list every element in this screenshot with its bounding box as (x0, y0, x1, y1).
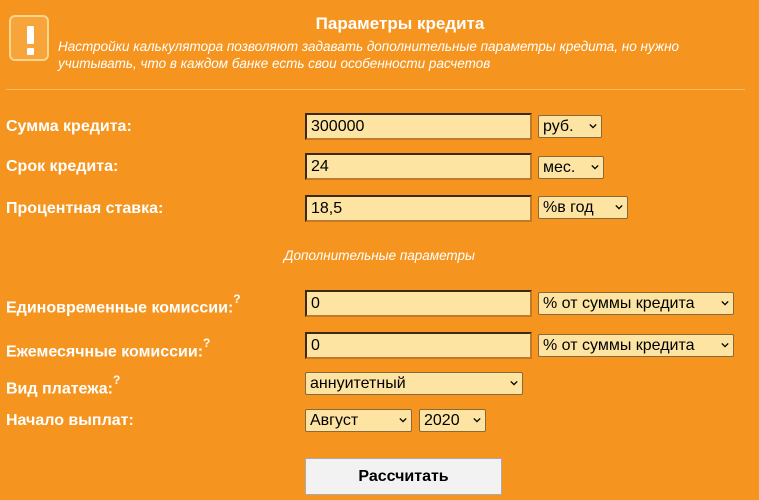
chevron-down-icon (473, 417, 481, 423)
divider (6, 89, 745, 90)
payment-type-select[interactable]: аннуитетный (305, 372, 523, 395)
page-title: Параметры кредита (315, 14, 485, 33)
help-icon[interactable]: ? (203, 336, 210, 350)
start-year-select[interactable]: 2020 (419, 409, 486, 432)
monthly-fee-input[interactable]: 0 (305, 332, 532, 359)
start-label: Начало выплат: (6, 412, 134, 429)
amount-unit-select[interactable]: руб. (538, 115, 602, 138)
monthly-fee-unit-select[interactable]: % от суммы кредита (538, 334, 734, 357)
one-time-fee-label: Единовременные комиссии:? (6, 292, 241, 317)
one-time-fee-label-text: Единовременные комиссии: (6, 299, 234, 317)
start-month-value: Август (310, 412, 359, 429)
amount-input[interactable]: 300000 (305, 113, 532, 140)
term-label: Срок кредита: (6, 158, 119, 175)
monthly-fee-label: Ежемесячные комиссии:? (6, 336, 210, 361)
term-input[interactable]: 24 (305, 153, 532, 180)
chevron-down-icon (589, 123, 597, 129)
description-text: Настройки калькулятора позволяют задават… (58, 39, 680, 71)
help-icon[interactable]: ? (233, 292, 240, 306)
chevron-down-icon (591, 164, 599, 170)
additional-params-header: Дополнительные параметры (284, 248, 475, 263)
start-year-value: 2020 (424, 412, 460, 429)
chevron-down-icon (510, 380, 518, 386)
chevron-down-icon (721, 342, 729, 348)
payment-type-label: Вид платежа:? (6, 373, 120, 398)
rate-input[interactable]: 18,5 (305, 195, 532, 222)
chevron-down-icon (615, 204, 623, 210)
amount-unit-value: руб. (543, 118, 574, 135)
rate-unit-select[interactable]: %в год (538, 196, 628, 219)
monthly-fee-unit-value: % от суммы кредита (543, 337, 695, 354)
calculate-button[interactable]: Рассчитать (305, 458, 502, 495)
one-time-fee-unit-select[interactable]: % от суммы кредита (538, 292, 734, 315)
payment-type-value: аннуитетный (310, 375, 406, 392)
help-icon[interactable]: ? (113, 373, 120, 387)
chevron-down-icon (721, 300, 729, 306)
term-unit-select[interactable]: мес. (538, 156, 604, 179)
chevron-down-icon (399, 417, 407, 423)
payment-type-label-text: Вид платежа: (6, 380, 114, 398)
rate-label: Процентная ставка: (6, 200, 164, 217)
amount-label: Сумма кредита: (6, 118, 132, 135)
one-time-fee-input[interactable]: 0 (305, 290, 532, 317)
term-unit-value: мес. (543, 159, 576, 176)
rate-unit-value: %в год (543, 199, 594, 216)
start-month-select[interactable]: Август (305, 409, 412, 432)
monthly-fee-label-text: Ежемесячные комиссии: (6, 343, 204, 361)
one-time-fee-unit-value: % от суммы кредита (543, 295, 695, 312)
